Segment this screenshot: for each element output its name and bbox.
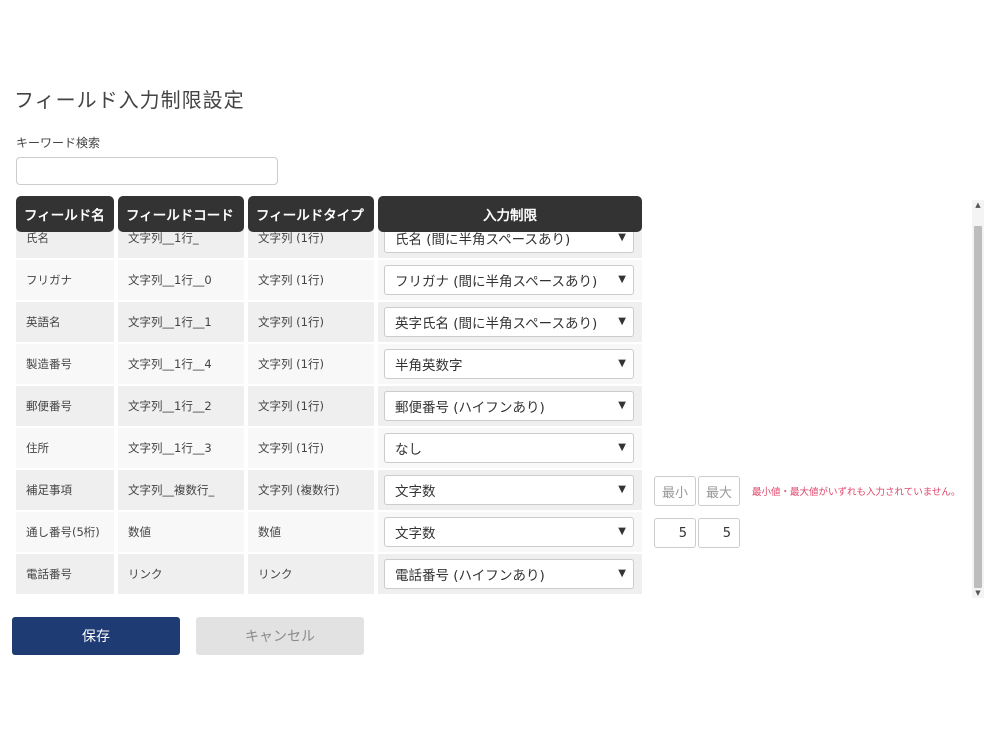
restriction-cell: 英字氏名 (間に半角スペースあり) ▼ [378,302,642,342]
header-field-type: フィールドタイプ [248,196,374,232]
chevron-down-icon: ▼ [618,316,626,327]
field-type: リンク [248,554,374,594]
field-name: 製造番号 [16,344,114,384]
table-header: フィールド名 フィールドコード フィールドタイプ 入力制限 [14,196,654,232]
header-field-name: フィールド名 [16,196,114,232]
field-type: 文字列 (1行) [248,344,374,384]
table-row: 補足事項 文字列__複数行_ 文字列 (複数行) 文字数 ▼ 最小 最大 最小値… [14,470,974,510]
restriction-select[interactable]: フリガナ (間に半角スペースあり) ▼ [384,265,634,295]
restriction-cell: 文字数 ▼ [378,470,642,510]
max-length-input[interactable]: 最大 [698,476,740,506]
restriction-select-value: 文字数 [395,526,436,542]
field-name: 住所 [16,428,114,468]
field-name: 補足事項 [16,470,114,510]
keyword-search-label: キーワード検索 [16,136,101,150]
restriction-select[interactable]: 郵便番号 (ハイフンあり) ▼ [384,391,634,421]
field-type: 文字列 (1行) [248,428,374,468]
table-row: 郵便番号 文字列__1行__2 文字列 (1行) 郵便番号 (ハイフンあり) ▼ [14,386,974,426]
restriction-cell: 電話番号 (ハイフンあり) ▼ [378,554,642,594]
field-name: 郵便番号 [16,386,114,426]
restriction-select[interactable]: 半角英数字 ▼ [384,349,634,379]
page-title: フィールド入力制限設定 [14,88,245,112]
restriction-select[interactable]: 文字数 ▼ [384,517,634,547]
field-code: 文字列__1行__2 [118,386,244,426]
save-button[interactable]: 保存 [12,617,180,655]
field-code: 数値 [118,512,244,552]
field-type: 文字列 (1行) [248,260,374,300]
header-field-code: フィールドコード [118,196,244,232]
restriction-table: 氏名 文字列__1行_ 文字列 (1行) 氏名 (間に半角スペースあり) ▼ フ… [14,196,986,600]
table-row: 製造番号 文字列__1行__4 文字列 (1行) 半角英数字 ▼ [14,344,974,384]
cancel-button[interactable]: キャンセル [196,617,364,655]
table-row: フリガナ 文字列__1行__0 文字列 (1行) フリガナ (間に半角スペースあ… [14,260,974,300]
restriction-select-value: 電話番号 (ハイフンあり) [395,568,545,584]
restriction-select[interactable]: 英字氏名 (間に半角スペースあり) ▼ [384,307,634,337]
restriction-select-value: 郵便番号 (ハイフンあり) [395,400,545,416]
validation-error: 最小値・最大値がいずれも入力されていません。 [752,487,961,498]
restriction-select-value: 文字数 [395,484,436,500]
scroll-up-arrow-icon[interactable]: ▲ [972,200,984,210]
field-code: 文字列__1行__4 [118,344,244,384]
chevron-down-icon: ▼ [618,232,626,243]
restriction-select-value: 英字氏名 (間に半角スペースあり) [395,316,598,332]
restriction-cell: 郵便番号 (ハイフンあり) ▼ [378,386,642,426]
field-name: フリガナ [16,260,114,300]
field-code: 文字列__1行__3 [118,428,244,468]
scroll-thumb[interactable] [974,226,982,588]
chevron-down-icon: ▼ [618,274,626,285]
field-code: 文字列__1行__1 [118,302,244,342]
field-type: 文字列 (複数行) [248,470,374,510]
max-length-input[interactable]: 5 [698,518,740,548]
restriction-select[interactable]: 電話番号 (ハイフンあり) ▼ [384,559,634,589]
field-name: 英語名 [16,302,114,342]
restriction-cell: なし ▼ [378,428,642,468]
chevron-down-icon: ▼ [618,400,626,411]
table-row: 電話番号 リンク リンク 電話番号 (ハイフンあり) ▼ [14,554,974,594]
field-code: 文字列__複数行_ [118,470,244,510]
restriction-cell: 半角英数字 ▼ [378,344,642,384]
chevron-down-icon: ▼ [618,526,626,537]
restriction-cell: 文字数 ▼ [378,512,642,552]
field-type: 文字列 (1行) [248,302,374,342]
chevron-down-icon: ▼ [618,442,626,453]
restriction-select[interactable]: なし ▼ [384,433,634,463]
restriction-select-value: なし [395,442,422,458]
field-name: 通し番号(5桁) [16,512,114,552]
restriction-cell: フリガナ (間に半角スペースあり) ▼ [378,260,642,300]
table-row: 住所 文字列__1行__3 文字列 (1行) なし ▼ [14,428,974,468]
table-scrollbar[interactable]: ▲ ▼ [972,200,984,598]
field-code: リンク [118,554,244,594]
scroll-down-arrow-icon[interactable]: ▼ [972,588,984,598]
field-code: 文字列__1行__0 [118,260,244,300]
keyword-search-input[interactable] [16,157,278,185]
table-row: 通し番号(5桁) 数値 数値 文字数 ▼ 5 5 [14,512,974,552]
min-length-input[interactable]: 5 [654,518,696,548]
field-type: 数値 [248,512,374,552]
field-name: 電話番号 [16,554,114,594]
chevron-down-icon: ▼ [618,484,626,495]
chevron-down-icon: ▼ [618,358,626,369]
restriction-select-value: 半角英数字 [395,358,463,374]
restriction-select[interactable]: 文字数 ▼ [384,475,634,505]
restriction-select-value: フリガナ (間に半角スペースあり) [395,274,598,290]
field-type: 文字列 (1行) [248,386,374,426]
min-length-input[interactable]: 最小 [654,476,696,506]
table-row: 英語名 文字列__1行__1 文字列 (1行) 英字氏名 (間に半角スペースあり… [14,302,974,342]
chevron-down-icon: ▼ [618,568,626,579]
header-restriction: 入力制限 [378,196,642,232]
